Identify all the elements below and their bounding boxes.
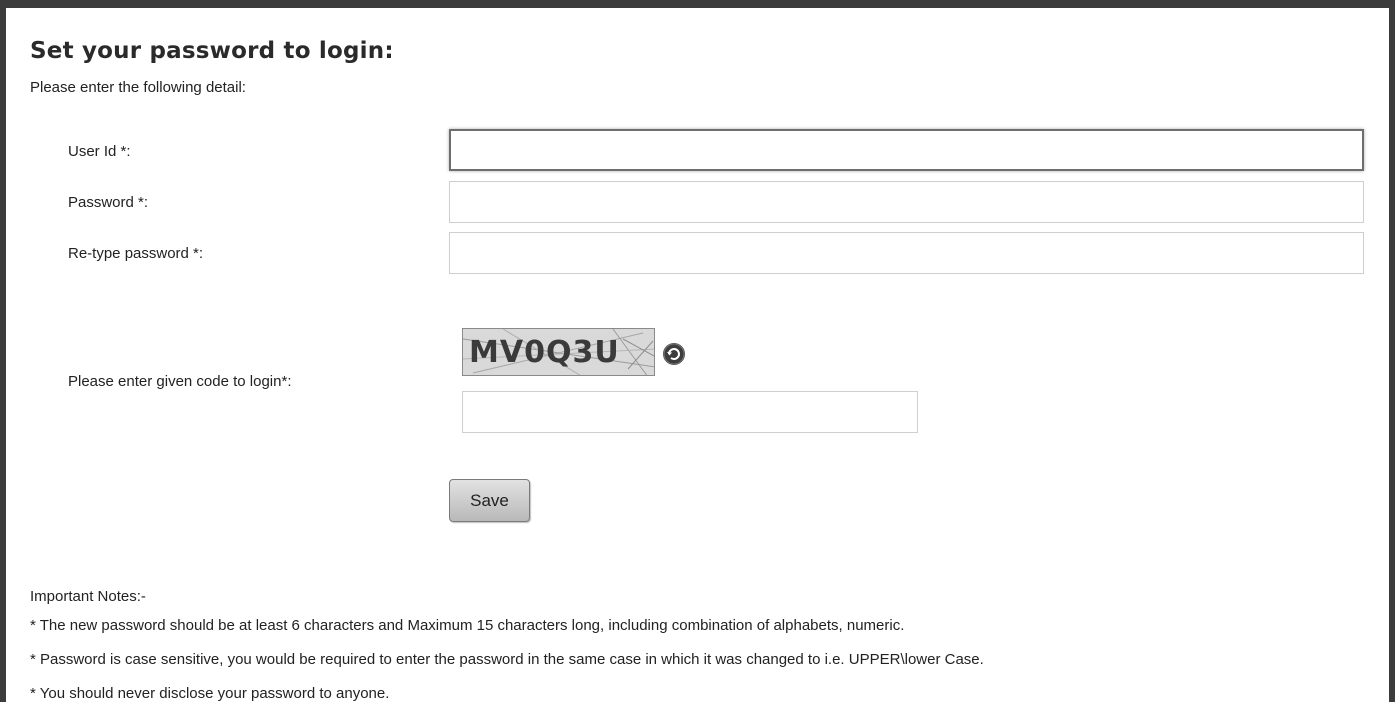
page-frame: Set your password to login: Please enter… xyxy=(0,0,1395,702)
save-button[interactable]: Save xyxy=(449,479,530,522)
note-item: * You should never disclose your passwor… xyxy=(30,685,390,702)
notes-heading: Important Notes:- xyxy=(30,588,146,605)
password-label: Password *: xyxy=(68,194,149,211)
captcha-image: MV0Q3U xyxy=(462,328,655,376)
user-id-input[interactable] xyxy=(449,129,1364,171)
password-input[interactable] xyxy=(449,181,1364,223)
retype-password-input[interactable] xyxy=(449,232,1364,274)
refresh-icon[interactable] xyxy=(662,342,686,366)
page-title: Set your password to login: xyxy=(30,38,394,64)
retype-password-label: Re-type password *: xyxy=(68,245,204,262)
user-id-label: User Id *: xyxy=(68,143,131,160)
captcha-code: MV0Q3U xyxy=(469,335,620,370)
page-subtitle: Please enter the following detail: xyxy=(30,79,246,96)
note-item: * Password is case sensitive, you would … xyxy=(30,651,984,668)
captcha-label: Please enter given code to login*: xyxy=(68,373,292,390)
note-item: * The new password should be at least 6 … xyxy=(30,617,905,634)
captcha-input[interactable] xyxy=(462,391,918,433)
